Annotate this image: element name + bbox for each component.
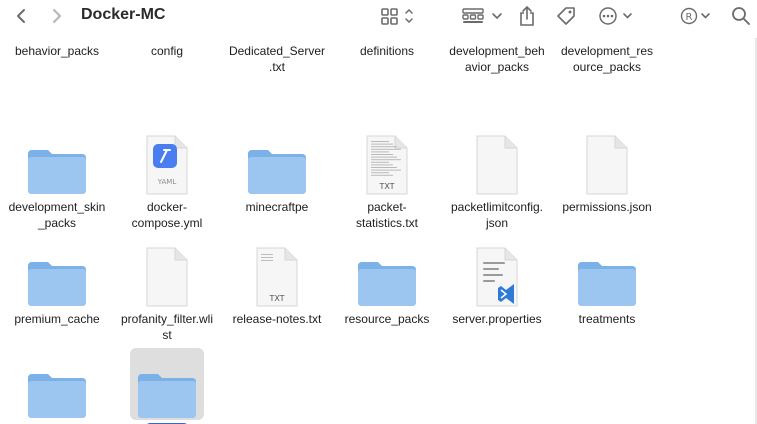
document-icon (476, 135, 518, 195)
file-icon-container[interactable] (460, 236, 534, 308)
file-icon-container[interactable] (570, 124, 644, 196)
file-label[interactable]: premium_cache (1, 311, 113, 327)
file-label[interactable]: packet- statistics.txt (331, 199, 443, 231)
registered-icon: R (680, 7, 710, 25)
svg-text:TXT: TXT (268, 294, 284, 303)
folder-icon (138, 374, 196, 418)
back-button[interactable] (10, 4, 32, 28)
folder-icon (28, 150, 86, 194)
file-label[interactable]: resource_packs (331, 311, 443, 327)
file-label-config[interactable]: config (111, 43, 223, 59)
file-item-development-skin-packs[interactable]: development_skin _packs (1, 124, 113, 231)
file-item-profanity-filter-wlist[interactable]: profanity_filter.wli st (111, 236, 223, 343)
file-item-server-properties[interactable]: server.properties (441, 236, 553, 327)
forward-button[interactable] (46, 4, 68, 28)
file-label[interactable]: packetlimitconfig. json (441, 199, 553, 231)
more-actions-button[interactable] (596, 4, 636, 28)
file-label-behavior-packs[interactable]: behavior_packs (1, 43, 113, 59)
file-label[interactable]: development_skin _packs (1, 199, 113, 231)
file-item-packet-statistics-txt[interactable]: TXT packet- statistics.txt (331, 124, 443, 231)
file-label-development-behavior-packs[interactable]: development_beh avior_packs (441, 43, 553, 75)
file-label-dedicated-server[interactable]: Dedicated_Server .txt (221, 43, 333, 75)
text-file-icon: TXT (256, 247, 298, 307)
share-button[interactable] (516, 4, 538, 28)
file-icon-container[interactable] (130, 236, 204, 308)
file-label[interactable]: release-notes.txt (221, 311, 333, 327)
file-item-release-notes-txt[interactable]: TXT release-notes.txt (221, 236, 333, 327)
view-mode-button[interactable] (378, 4, 418, 28)
group-by-button[interactable] (460, 4, 506, 28)
group-by-icon (462, 8, 502, 23)
file-label[interactable]: permissions.json (551, 199, 663, 215)
file-item-minecraftpe[interactable]: minecraftpe (221, 124, 333, 215)
file-icon-container[interactable] (240, 124, 314, 196)
tag-icon (557, 7, 575, 25)
file-label[interactable]: server.properties (441, 311, 553, 327)
folder-icon (248, 150, 306, 194)
tag-button[interactable] (554, 4, 578, 28)
svg-text:YAML: YAML (157, 178, 177, 186)
window-title: Docker-MC (81, 6, 166, 23)
file-label[interactable]: docker- compose.yml (111, 199, 223, 231)
file-icon-container[interactable] (350, 236, 424, 308)
file-item-worlds[interactable]: worlds (111, 348, 223, 424)
vscode-file-icon (476, 247, 518, 307)
file-icon-container[interactable]: TXT (350, 124, 424, 196)
file-label[interactable]: minecraftpe (221, 199, 333, 215)
document-icon (146, 247, 188, 307)
file-icon-container[interactable] (20, 124, 94, 196)
file-label-definitions[interactable]: definitions (331, 43, 443, 59)
toolbar: Docker-MC R (0, 0, 757, 34)
yaml-file-icon: YAML (146, 135, 188, 195)
search-button[interactable] (730, 4, 752, 28)
folder-icon (28, 262, 86, 306)
file-icon-container[interactable] (570, 236, 644, 308)
file-item-resource-packs[interactable]: resource_packs (331, 236, 443, 327)
file-label[interactable]: profanity_filter.wli st (111, 311, 223, 343)
folder-icon (578, 262, 636, 306)
file-icon-container[interactable] (460, 124, 534, 196)
file-icon-container[interactable] (20, 348, 94, 420)
svg-text:TXT: TXT (378, 182, 394, 191)
file-item-treatments[interactable]: treatments (551, 236, 663, 327)
file-icon-container[interactable] (130, 348, 204, 420)
file-item-world-templates[interactable]: world_templates (1, 348, 113, 424)
file-icon-container[interactable] (20, 236, 94, 308)
file-label-development-resource-packs[interactable]: development_res ource_packs (551, 43, 663, 75)
file-icon-container[interactable]: YAML (130, 124, 204, 196)
file-item-docker-compose-yml[interactable]: YAML docker- compose.yml (111, 124, 223, 231)
file-item-permissions-json[interactable]: permissions.json (551, 124, 663, 215)
file-item-packetlimitconfig-json[interactable]: packetlimitconfig. json (441, 124, 553, 231)
folder-icon (358, 262, 416, 306)
chevron-right-icon (53, 9, 61, 23)
file-item-premium-cache[interactable]: premium_cache (1, 236, 113, 327)
document-icon (586, 135, 628, 195)
folder-icon (28, 374, 86, 418)
svg-text:R: R (686, 12, 693, 23)
grid-view-icon (381, 8, 413, 25)
ellipsis-circle-icon (599, 7, 632, 25)
share-icon (520, 5, 534, 26)
text-file-icon: TXT (366, 135, 408, 195)
file-icon-container[interactable]: TXT (240, 236, 314, 308)
chevron-left-icon (17, 9, 25, 23)
extension-button[interactable]: R (678, 4, 714, 28)
file-label[interactable]: treatments (551, 311, 663, 327)
search-icon (732, 7, 750, 25)
